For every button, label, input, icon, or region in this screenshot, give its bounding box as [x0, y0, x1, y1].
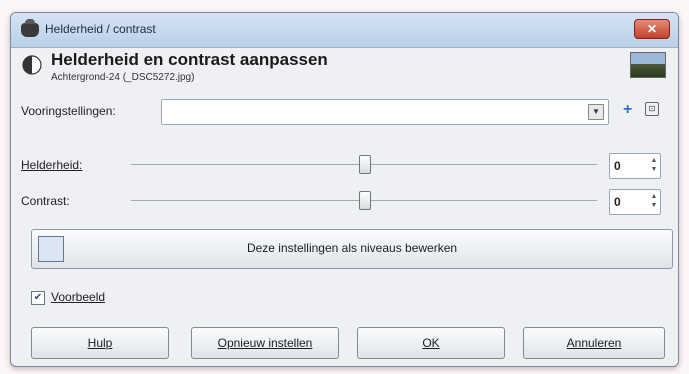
dialog-title: Helderheid en contrast aanpassen — [51, 50, 328, 69]
presets-row: Vooringstellingen: ▼ + ⊡ — [11, 99, 678, 125]
reset-button-label: Opnieuw instellen — [217, 336, 313, 350]
preview-row: ✔ Voorbeeld — [11, 289, 678, 307]
add-preset-icon[interactable]: + — [623, 101, 632, 119]
edit-as-levels-label: Deze instellingen als niveaus bewerken — [246, 241, 458, 255]
contrast-spinbox[interactable]: 0 ▲ ▼ — [609, 189, 661, 215]
spin-arrows-icon[interactable]: ▲ ▼ — [650, 156, 658, 174]
spin-arrows-icon[interactable]: ▲ ▼ — [650, 192, 658, 210]
presets-combo[interactable]: ▼ — [161, 99, 609, 125]
cancel-button[interactable]: Annuleren — [523, 327, 665, 359]
dialog-header: Helderheid en contrast aanpassen Achterg… — [11, 48, 678, 88]
brightness-contrast-icon — [22, 55, 42, 75]
cancel-button-label: Annuleren — [566, 336, 622, 350]
ok-button[interactable]: OK — [357, 327, 505, 359]
dialog-window: Helderheid / contrast ✕ Helderheid en co… — [10, 12, 679, 367]
contrast-row: Contrast: 0 ▲ ▼ — [11, 189, 678, 215]
help-button[interactable]: Hulp — [31, 327, 169, 359]
brightness-spinbox[interactable]: 0 ▲ ▼ — [609, 153, 661, 179]
preview-label: Voorbeeld — [51, 290, 106, 304]
image-name: Achtergrond-24 (_DSC5272.jpg) — [51, 72, 195, 83]
window-title: Helderheid / contrast — [45, 22, 156, 36]
button-row: Hulp Opnieuw instellen OK Annuleren — [11, 327, 678, 359]
title-bar: Helderheid / contrast ✕ — [11, 13, 678, 48]
contrast-slider-handle[interactable] — [359, 191, 371, 210]
levels-row: Deze instellingen als niveaus bewerken — [11, 229, 678, 269]
reset-button[interactable]: Opnieuw instellen — [191, 327, 339, 359]
brightness-value: 0 — [614, 159, 621, 173]
image-thumbnail — [630, 52, 666, 78]
preset-menu-icon[interactable]: ⊡ — [645, 102, 659, 116]
edit-as-levels-button[interactable]: Deze instellingen als niveaus bewerken — [31, 229, 673, 269]
ok-button-label: OK — [422, 336, 440, 350]
presets-label: Vooringstellingen: — [21, 104, 116, 118]
chevron-down-icon[interactable]: ▼ — [588, 104, 604, 120]
preview-checkbox[interactable]: ✔ — [31, 291, 45, 305]
gimp-icon — [21, 19, 39, 37]
brightness-row: Helderheid: 0 ▲ ▼ — [11, 153, 678, 179]
help-button-label: Hulp — [87, 336, 113, 350]
close-button[interactable]: ✕ — [634, 19, 670, 39]
contrast-label: Contrast: — [21, 194, 70, 208]
brightness-slider-handle[interactable] — [359, 155, 371, 174]
contrast-value: 0 — [614, 195, 621, 209]
brightness-label: Helderheid: — [21, 158, 83, 172]
